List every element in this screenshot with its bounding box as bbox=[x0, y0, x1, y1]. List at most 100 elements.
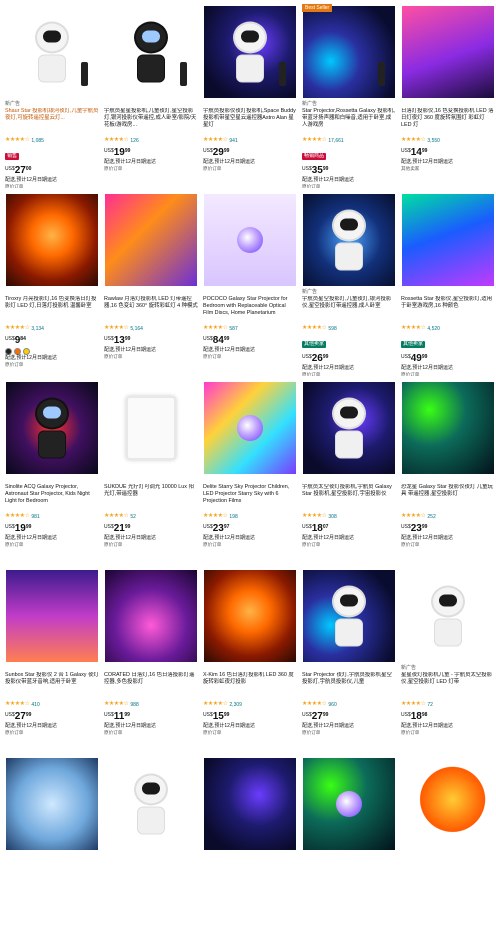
product-title-link[interactable]: Star Projector,Rossetta Galaxy 投影机,带蓝牙扬声… bbox=[302, 108, 396, 136]
product-image[interactable] bbox=[401, 570, 494, 662]
review-count-link[interactable]: 981 bbox=[31, 514, 39, 520]
review-count-link[interactable]: 1,085 bbox=[31, 138, 44, 144]
product-image[interactable] bbox=[5, 758, 98, 850]
star-rating-icon[interactable]: ★★★★☆ bbox=[401, 325, 426, 332]
product-image[interactable] bbox=[104, 382, 197, 474]
product-card[interactable]: 新广告 Shaur Star 投影机银河夜灯,儿童宇航员夜灯,可旋转遥控星云灯..… bbox=[3, 4, 100, 188]
review-count-link[interactable]: 308 bbox=[328, 514, 336, 520]
review-count-link[interactable]: 252 bbox=[427, 514, 435, 520]
product-card[interactable]: 宇航员星星投影机,儿童夜灯,星空投影灯,银河投影仪带遥控,成人卧室/影院/天花板… bbox=[102, 4, 199, 188]
star-rating-icon[interactable]: ★★★★☆ bbox=[5, 513, 30, 520]
product-image[interactable] bbox=[401, 382, 494, 474]
product-title-link[interactable]: 星星夜灯投影机儿童 - 宇航员太空投影仪,星空投影灯 LED 灯带 bbox=[401, 672, 495, 700]
review-count-link[interactable]: 4,520 bbox=[427, 326, 440, 332]
product-image[interactable] bbox=[104, 194, 197, 286]
product-image[interactable] bbox=[5, 6, 98, 98]
product-title-link[interactable]: POCOCO Galaxy Star Projector for Bedroom… bbox=[203, 296, 297, 324]
product-title-link[interactable]: 恐龙星 Galaxy Star 投影仪夜灯 儿童玩具 带遥控器,星空投影灯 bbox=[401, 484, 495, 512]
product-card[interactable]: Rossetta Star 投影仪,星空投影灯,适用于卧室游戏房,16 种颜色 ★… bbox=[399, 192, 496, 376]
product-card[interactable]: Delite Starry Sky Projector Children, LE… bbox=[201, 380, 298, 564]
product-title-link[interactable]: Sunbox Star 投影仪 2 合 1 Galaxy 夜灯投影仪带蓝牙音响,… bbox=[5, 672, 99, 700]
review-count-link[interactable]: 960 bbox=[328, 702, 336, 708]
product-image[interactable] bbox=[104, 758, 197, 850]
review-count-link[interactable]: 17,661 bbox=[328, 138, 343, 144]
review-count-link[interactable]: 2,309 bbox=[229, 702, 242, 708]
review-count-link[interactable]: 126 bbox=[130, 138, 138, 144]
product-image[interactable] bbox=[401, 758, 494, 850]
product-image[interactable] bbox=[203, 570, 296, 662]
product-image[interactable] bbox=[203, 758, 296, 850]
star-rating-icon[interactable]: ★★★★☆ bbox=[104, 701, 129, 708]
product-card[interactable]: POCOCO Galaxy Star Projector for Bedroom… bbox=[201, 192, 298, 376]
star-rating-icon[interactable]: ★★★★☆ bbox=[302, 513, 327, 520]
star-rating-icon[interactable]: ★★★★☆ bbox=[104, 513, 129, 520]
product-title-link[interactable]: 宇航员投影仪夜灯投影机,Space Buddy 投影机带星空星云遥控器Astro… bbox=[203, 108, 297, 136]
product-title-link[interactable]: Sinolite ACQ Galaxy Projector, Astronaut… bbox=[5, 484, 99, 512]
product-title-link[interactable]: Tiroxry 月亮投影灯,16 色变换落日灯投影灯 LED 灯,日落灯投影机 … bbox=[5, 296, 99, 324]
review-count-link[interactable]: 587 bbox=[229, 326, 237, 332]
product-card[interactable]: Rawlaw 月落灯投影机 LED 灯带遥控器,16 色变幻 360° 旋转彩虹… bbox=[102, 192, 199, 376]
product-card[interactable]: Sinolite ACQ Galaxy Projector, Astronaut… bbox=[3, 380, 100, 564]
star-rating-icon[interactable]: ★★★★☆ bbox=[203, 137, 228, 144]
product-card[interactable] bbox=[102, 756, 199, 940]
product-image[interactable] bbox=[302, 6, 395, 98]
star-rating-icon[interactable]: ★★★★☆ bbox=[5, 701, 30, 708]
product-image[interactable] bbox=[5, 382, 98, 474]
product-card[interactable]: Sunbox Star 投影仪 2 合 1 Galaxy 夜灯投影仪带蓝牙音响,… bbox=[3, 568, 100, 752]
product-title-link[interactable]: Rawlaw 月落灯投影机 LED 灯带遥控器,16 色变幻 360° 旋转彩虹… bbox=[104, 296, 198, 324]
star-rating-icon[interactable]: ★★★★☆ bbox=[5, 325, 30, 332]
product-card[interactable]: 恐龙星 Galaxy Star 投影仪夜灯 儿童玩具 带遥控器,星空投影灯 ★★★… bbox=[399, 380, 496, 564]
product-image[interactable] bbox=[203, 382, 296, 474]
product-card[interactable]: 新广告 星星夜灯投影机儿童 - 宇航员太空投影仪,星空投影灯 LED 灯带 ★★★★… bbox=[399, 568, 496, 752]
product-card[interactable]: SUKDUE 光疗灯可调光 10000 Lux 阳光灯,带遥控器 ★★★★☆ 52 U… bbox=[102, 380, 199, 564]
product-title-link[interactable]: Shaur Star 投影机银河夜灯,儿童宇航员夜灯,可旋转遥控星云灯... bbox=[5, 108, 99, 136]
product-image[interactable] bbox=[104, 570, 197, 662]
star-rating-icon[interactable]: ★★★★☆ bbox=[104, 137, 129, 144]
color-swatch[interactable] bbox=[14, 348, 21, 355]
review-count-link[interactable]: 52 bbox=[130, 514, 136, 520]
star-rating-icon[interactable]: ★★★★☆ bbox=[302, 701, 327, 708]
product-image[interactable] bbox=[401, 194, 494, 286]
product-title-link[interactable]: Delite Starry Sky Projector Children, LE… bbox=[203, 484, 297, 512]
product-image[interactable] bbox=[401, 6, 494, 98]
product-title-link[interactable]: Rossetta Star 投影仪,星空投影灯,适用于卧室游戏房,16 种颜色 bbox=[401, 296, 495, 324]
product-image[interactable] bbox=[302, 194, 395, 286]
product-card[interactable]: 新广告 宇航员星空投影灯,儿童夜灯,银河投影仪,星空投影灯带遥控器,成人卧室 ★★★… bbox=[300, 192, 397, 376]
product-card[interactable] bbox=[3, 756, 100, 940]
product-image[interactable] bbox=[302, 570, 395, 662]
product-title-link[interactable]: CORATED 日落灯,16 色日落投影灯遥控器,多色投影灯 bbox=[104, 672, 198, 700]
product-title-link[interactable]: 宇航员太空夜灯投影机,宇航员 Galaxy Star 投影机,星空投影灯,宇宙投… bbox=[302, 484, 396, 512]
product-card[interactable]: 日落灯投影仪,16 色变换投影机 LED 落日灯夜灯 360 度旋转氛围灯 彩虹… bbox=[399, 4, 496, 188]
product-title-link[interactable]: 宇航员星空投影灯,儿童夜灯,银河投影仪,星空投影灯带遥控器,成人卧室 bbox=[302, 296, 396, 324]
review-count-link[interactable]: 3,550 bbox=[427, 138, 440, 144]
star-rating-icon[interactable]: ★★★★☆ bbox=[203, 513, 228, 520]
product-card[interactable]: 宇航员投影仪夜灯投影机,Space Buddy 投影机带星空星云遥控器Astro… bbox=[201, 4, 298, 188]
product-image[interactable] bbox=[203, 194, 296, 286]
color-swatch[interactable] bbox=[23, 348, 30, 355]
review-count-link[interactable]: 410 bbox=[31, 702, 39, 708]
review-count-link[interactable]: 3,134 bbox=[31, 326, 44, 332]
star-rating-icon[interactable]: ★★★★☆ bbox=[302, 325, 327, 332]
product-title-link[interactable]: 宇航员星星投影机,儿童夜灯,星空投影灯,银河投影仪带遥控,成人卧室/影院/天花板… bbox=[104, 108, 198, 136]
review-count-link[interactable]: 198 bbox=[229, 514, 237, 520]
star-rating-icon[interactable]: ★★★★☆ bbox=[203, 701, 228, 708]
review-count-link[interactable]: 598 bbox=[328, 326, 336, 332]
product-image[interactable] bbox=[104, 6, 197, 98]
product-title-link[interactable]: X-Kim 16 色日落灯投影机 LED 360 度旋转彩虹夜灯投影 bbox=[203, 672, 297, 700]
star-rating-icon[interactable]: ★★★★☆ bbox=[104, 325, 129, 332]
product-title-link[interactable]: Star Projector 夜灯,宇航员投影机星空投影灯,宇航员投影仪,儿童 bbox=[302, 672, 396, 700]
review-count-link[interactable]: 988 bbox=[130, 702, 138, 708]
product-card[interactable]: 新广告 Star Projector,Rossetta Galaxy 投影机,带蓝… bbox=[300, 4, 397, 188]
star-rating-icon[interactable]: ★★★★☆ bbox=[302, 137, 327, 144]
product-image[interactable] bbox=[5, 570, 98, 662]
product-card[interactable] bbox=[201, 756, 298, 940]
product-card[interactable]: Star Projector 夜灯,宇航员投影机星空投影灯,宇航员投影仪,儿童 ★… bbox=[300, 568, 397, 752]
product-card[interactable]: X-Kim 16 色日落灯投影机 LED 360 度旋转彩虹夜灯投影 ★★★★☆ 2… bbox=[201, 568, 298, 752]
review-count-link[interactable]: 941 bbox=[229, 138, 237, 144]
review-count-link[interactable]: 5,164 bbox=[130, 326, 143, 332]
product-title-link[interactable]: 日落灯投影仪,16 色变换投影机 LED 落日灯夜灯 360 度旋转氛围灯 彩虹… bbox=[401, 108, 495, 136]
review-count-link[interactable]: 72 bbox=[427, 702, 433, 708]
star-rating-icon[interactable]: ★★★★☆ bbox=[203, 325, 228, 332]
product-card[interactable]: CORATED 日落灯,16 色日落投影灯遥控器,多色投影灯 ★★★★☆ 988 US… bbox=[102, 568, 199, 752]
product-image[interactable] bbox=[5, 194, 98, 286]
